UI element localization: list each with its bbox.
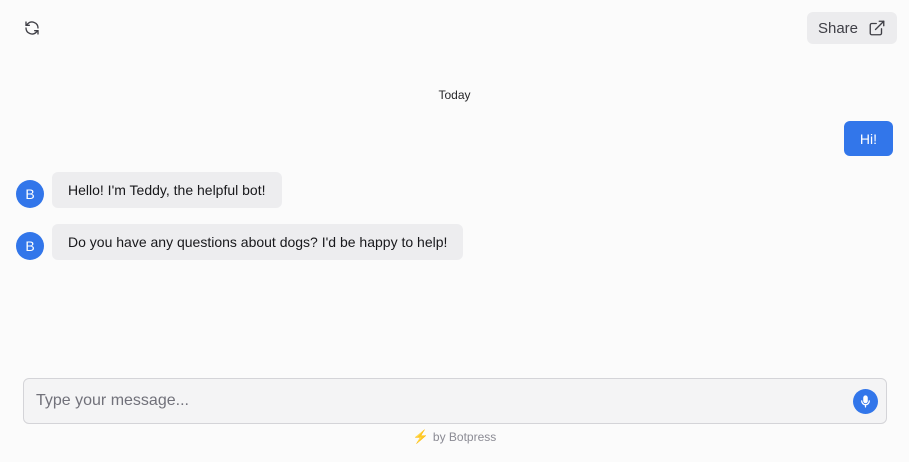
footer-label: by Botpress: [432, 430, 497, 444]
share-label: Share: [817, 19, 859, 37]
bot-message-row: B Hello! I'm Teddy, the helpful bot!: [16, 172, 282, 208]
user-message: Hi!: [843, 121, 893, 156]
bot-avatar: B: [16, 232, 44, 260]
external-link-icon: [869, 20, 885, 36]
microphone-button[interactable]: [853, 388, 878, 414]
microphone-icon: [861, 394, 870, 408]
chat-webchat: Share Today Hi! B Hello! I'm Teddy, the …: [0, 0, 909, 462]
bot-message-row: B Do you have any questions about dogs? …: [16, 224, 464, 260]
refresh-icon: [25, 21, 39, 35]
share-button[interactable]: Share: [807, 12, 897, 44]
date-divider: Today: [438, 88, 471, 102]
lightning-icon: ⚡: [412, 429, 429, 444]
message-composer: [23, 378, 887, 424]
bot-message: Do you have any questions about dogs? I'…: [52, 224, 464, 260]
refresh-button[interactable]: [16, 12, 48, 44]
bot-message: Hello! I'm Teddy, the helpful bot!: [52, 172, 282, 208]
bot-avatar: B: [16, 180, 44, 208]
message-input[interactable]: [36, 392, 853, 410]
powered-by-footer[interactable]: ⚡ by Botpress: [0, 429, 909, 445]
